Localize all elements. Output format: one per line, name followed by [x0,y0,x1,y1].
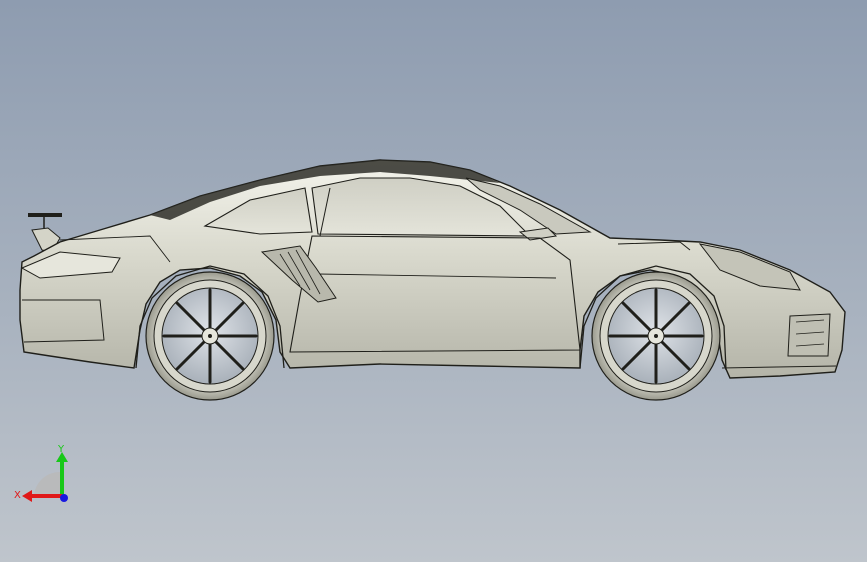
graphics-viewport[interactable]: Y X [0,0,867,562]
rear-wheel [145,271,275,401]
z-axis-dot [60,494,68,502]
x-axis-arrow [22,490,32,502]
front-wheel [591,271,721,401]
triad-plane [34,471,62,496]
x-axis-label: X [14,490,21,501]
y-axis-label: Y [57,444,65,455]
coordinate-triad: Y X [14,444,68,502]
car-model[interactable] [0,0,867,562]
